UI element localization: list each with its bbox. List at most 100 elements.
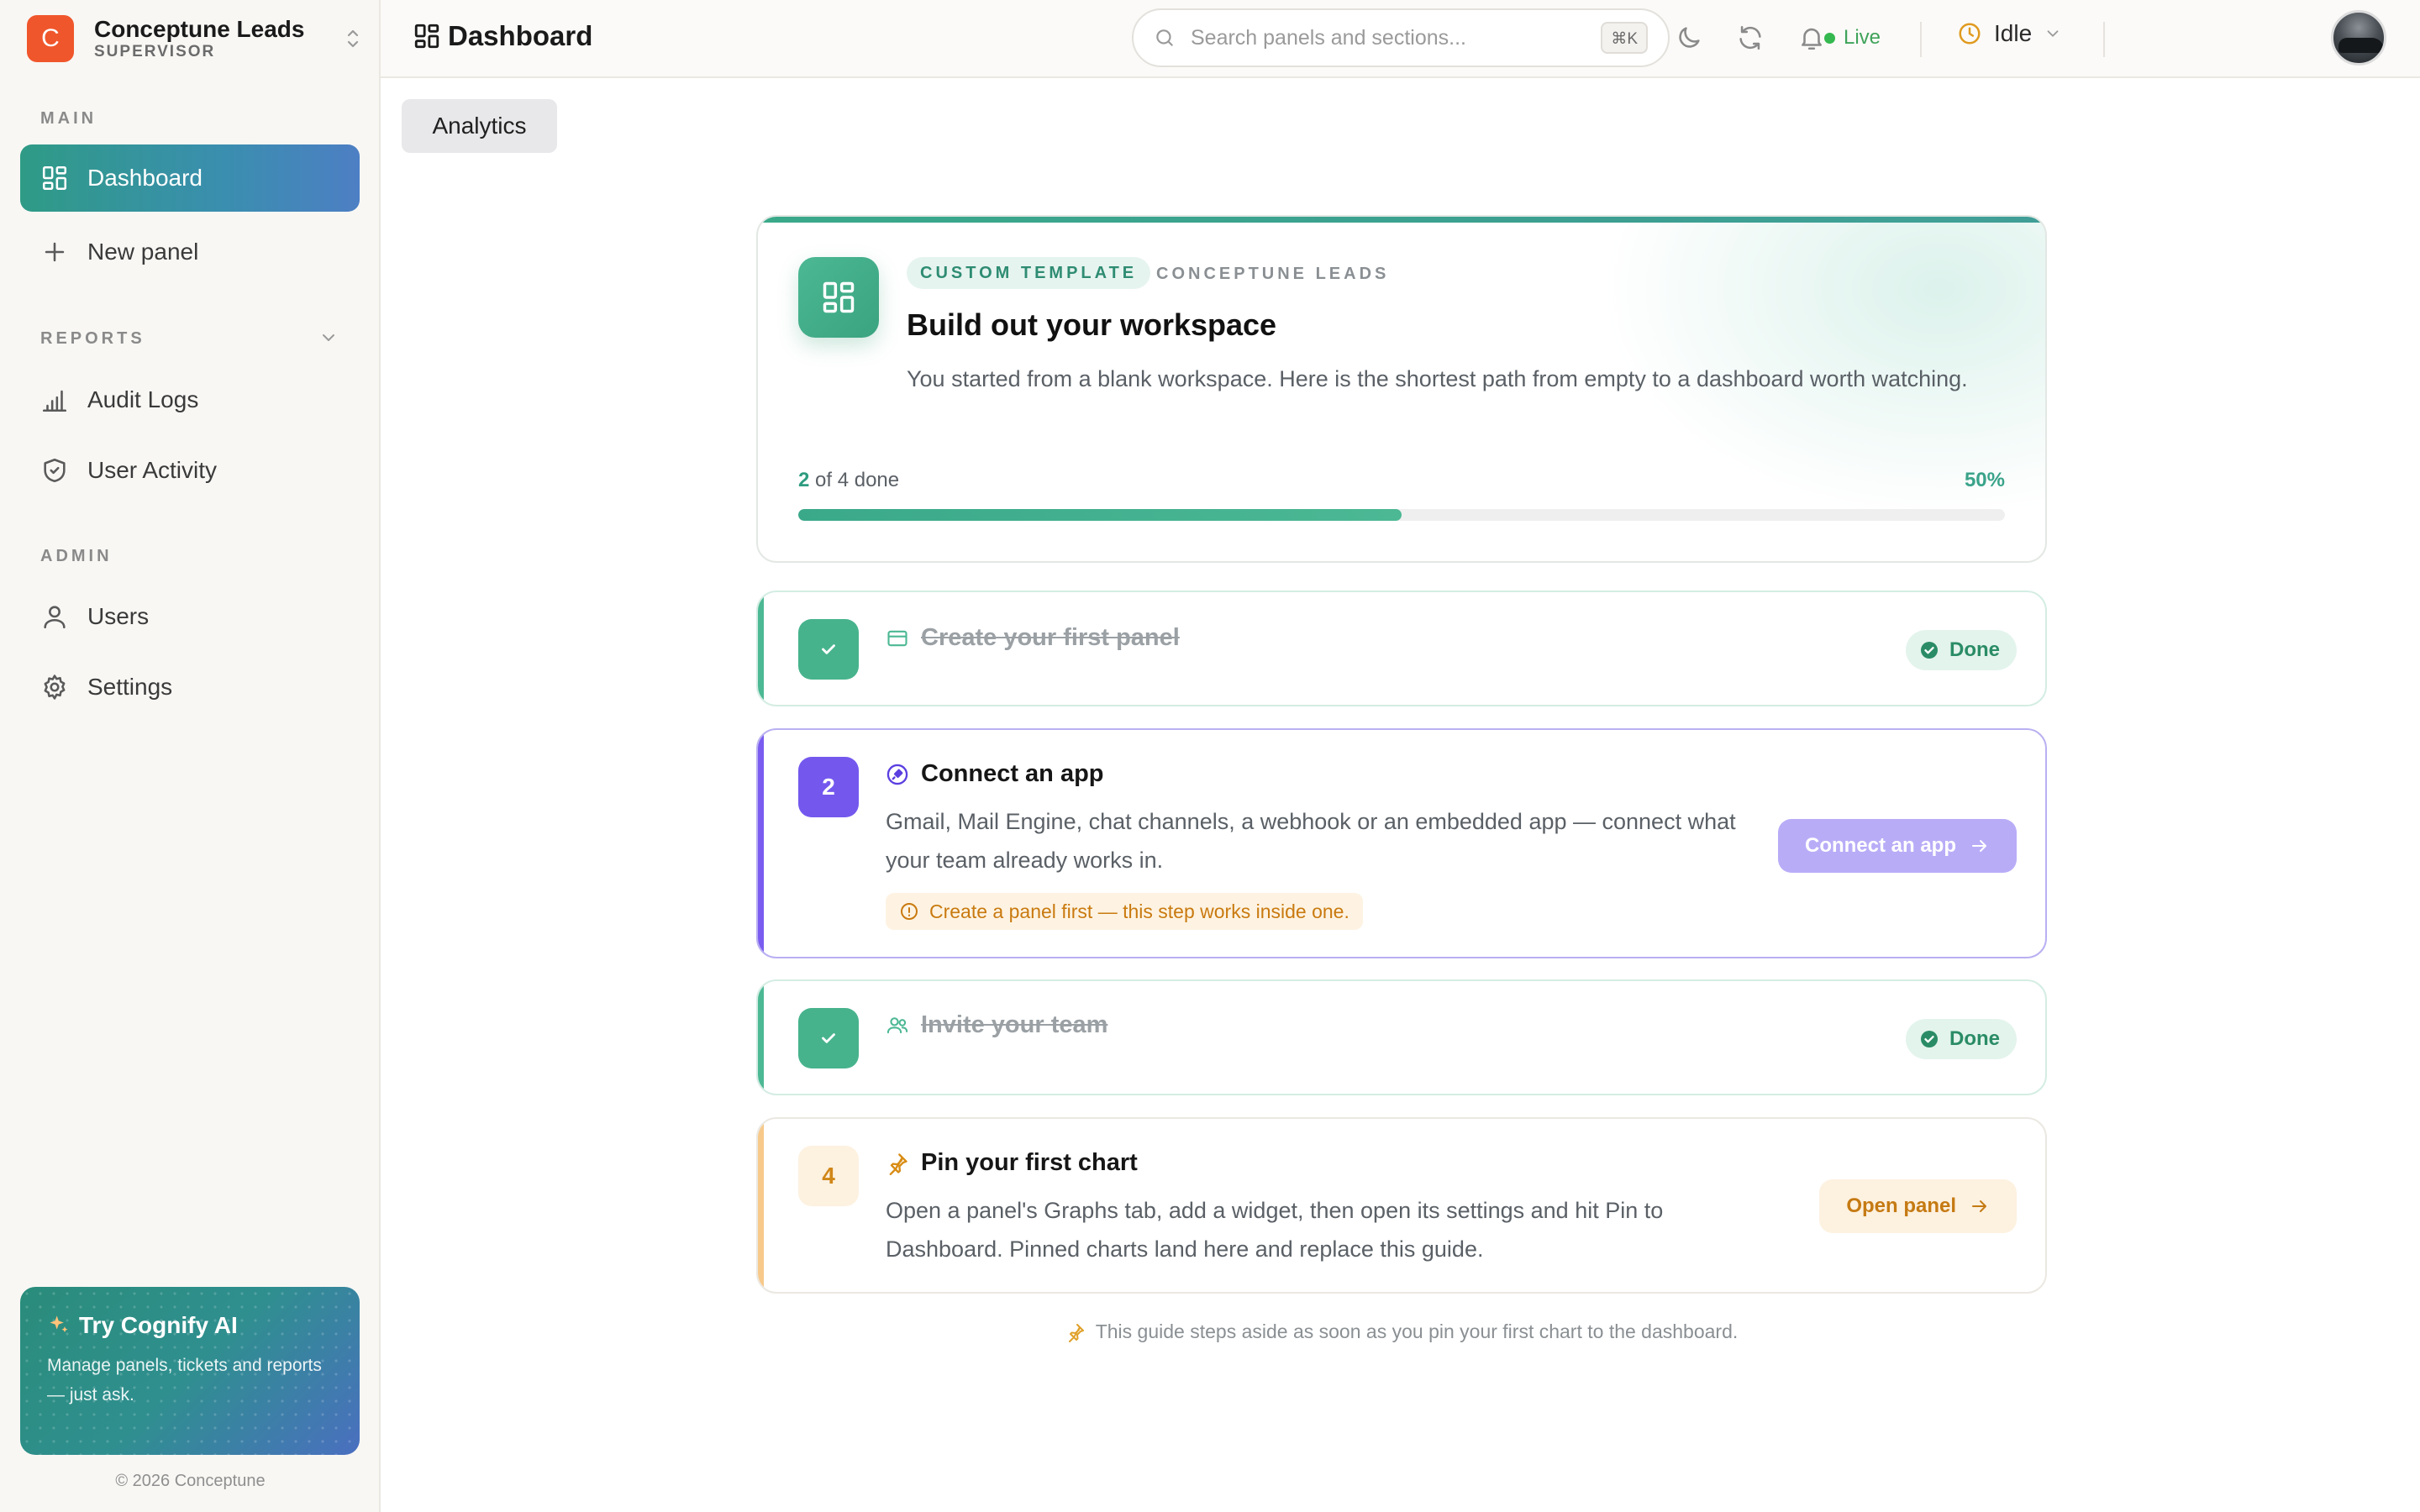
- chevron-up-down-icon[interactable]: [343, 26, 363, 51]
- dashboard-grid-icon: [413, 22, 441, 50]
- user-icon: [40, 602, 69, 631]
- check-circle-icon: [1921, 642, 1938, 659]
- progress-bar-fill: [798, 509, 1402, 521]
- check-circle-icon: [1921, 1031, 1938, 1047]
- step-title: Connect an app: [921, 760, 1104, 787]
- sidebar-item-new-panel[interactable]: New panel: [20, 218, 360, 286]
- dashboard-grid-icon: [40, 164, 69, 192]
- footnote-text: This guide steps aside as soon as you pi…: [1095, 1320, 1739, 1342]
- avatar[interactable]: [2331, 10, 2386, 66]
- open-panel-button[interactable]: Open panel: [1819, 1179, 2017, 1233]
- bell-icon[interactable]: [1797, 24, 1826, 52]
- sidebar-item-settings[interactable]: Settings: [20, 654, 360, 721]
- section-label-admin: ADMIN: [40, 547, 113, 565]
- connect-app-button[interactable]: Connect an app: [1777, 819, 2017, 873]
- template-tag: CUSTOM TEMPLATE: [907, 257, 1151, 289]
- topbar: Dashboard Search panels and sections... …: [381, 0, 2420, 78]
- step-title: Create your first panel: [921, 624, 1180, 651]
- page-title: Dashboard: [413, 20, 592, 52]
- status-badge-done: Done: [1906, 1019, 2017, 1059]
- tab-analytics[interactable]: Analytics: [402, 99, 557, 153]
- guide-footnote: This guide steps aside as soon as you pi…: [756, 1320, 2047, 1343]
- search-placeholder: Search panels and sections...: [1191, 25, 1466, 50]
- sidebar-item-users[interactable]: Users: [20, 583, 360, 650]
- gear-icon: [40, 673, 69, 701]
- pin-icon: [1068, 1323, 1084, 1342]
- dashboard-grid-icon: [798, 257, 879, 338]
- status-label: Done: [1949, 1027, 2000, 1050]
- step-card-invite-team: Invite your team Done: [756, 979, 2047, 1095]
- ai-promo-card[interactable]: Try Cognify AI Manage panels, tickets an…: [20, 1287, 360, 1455]
- sidebar-item-label: Settings: [87, 674, 173, 700]
- warning-text: Create a panel first — this step works i…: [929, 900, 1349, 922]
- moon-icon[interactable]: [1675, 24, 1703, 52]
- chevron-down-icon[interactable]: [318, 328, 339, 348]
- divider: [2103, 22, 2105, 57]
- step-description: Open a panel's Graphs tab, add a widget,…: [886, 1198, 1664, 1262]
- arrow-right-icon: [1972, 840, 1986, 852]
- workspace-name: Conceptune Leads: [94, 16, 305, 42]
- step-card-connect-app: 2 Connect an app Gmail, Mail Engine, cha…: [756, 728, 2047, 958]
- search-shortcut: ⌘K: [1601, 22, 1648, 54]
- search-input[interactable]: Search panels and sections... ⌘K: [1132, 8, 1670, 67]
- step-description: Gmail, Mail Engine, chat channels, a web…: [886, 809, 1736, 873]
- sidebar-item-label: New panel: [87, 239, 199, 265]
- onboarding-hero-card: CUSTOM TEMPLATE CONCEPTUNE LEADS Build o…: [756, 215, 2047, 563]
- sidebar-item-dashboard[interactable]: Dashboard: [20, 144, 360, 212]
- shield-icon: [40, 456, 69, 485]
- check-icon: [822, 1033, 835, 1043]
- step-number-badge: 4: [798, 1146, 859, 1206]
- progress-total-text: of 4 done: [815, 469, 900, 491]
- avatar-image: [2338, 38, 2384, 53]
- workspace-role: SUPERVISOR: [94, 43, 216, 60]
- info-icon: [901, 903, 918, 920]
- status-label: Done: [1949, 638, 2000, 661]
- search-icon: [1154, 27, 1176, 49]
- divider: [1920, 22, 1922, 57]
- progress-done-count: 2: [798, 469, 810, 491]
- status-label: Idle: [1994, 20, 2033, 46]
- hero-description: You started from a blank workspace. Here…: [907, 366, 1968, 391]
- organization-tag: CONCEPTUNE LEADS: [1156, 265, 1390, 283]
- sidebar-item-audit-logs[interactable]: Audit Logs: [20, 366, 360, 433]
- promo-text: Manage panels, tickets and reports — jus…: [47, 1356, 322, 1404]
- refresh-icon[interactable]: [1736, 24, 1765, 52]
- sidebar-item-label: Audit Logs: [87, 386, 199, 412]
- check-icon: [822, 644, 835, 654]
- users-icon: [886, 1014, 909, 1037]
- button-label: Connect an app: [1804, 834, 1956, 857]
- plus-icon: [40, 238, 69, 266]
- plug-icon: [886, 763, 909, 786]
- sidebar-item-label: Users: [87, 603, 150, 629]
- progress-label: 2 of 4 done: [798, 469, 899, 492]
- step-number-badge: 2: [798, 757, 859, 817]
- sidebar-item-label: User Activity: [87, 457, 218, 483]
- page-title-text: Dashboard: [448, 20, 593, 51]
- button-label: Open panel: [1846, 1194, 1956, 1217]
- progress-percent: 50%: [1964, 469, 2005, 491]
- section-label-main: MAIN: [40, 109, 97, 128]
- workspace-switcher[interactable]: C Conceptune Leads SUPERVISOR: [27, 15, 363, 62]
- bar-chart-icon: [40, 386, 69, 414]
- status-selector[interactable]: Idle: [1957, 20, 2062, 47]
- step-card-pin-chart: 4 Pin your first chart Open a panel's Gr…: [756, 1117, 2047, 1294]
- step-card-create-panel: Create your first panel Done: [756, 591, 2047, 706]
- chevron-down-icon: [2044, 24, 2062, 43]
- step-complete-badge: [798, 1008, 859, 1068]
- live-indicator: Live: [1824, 26, 1881, 50]
- panel-window-icon: [886, 627, 909, 650]
- step-complete-badge: [798, 619, 859, 680]
- sidebar-item-user-activity[interactable]: User Activity: [20, 437, 360, 504]
- promo-title: Try Cognify AI: [79, 1312, 238, 1338]
- step-title: Pin your first chart: [921, 1149, 1138, 1176]
- sidebar-item-label: Dashboard: [87, 165, 203, 191]
- hero-title: Build out your workspace: [907, 307, 1277, 342]
- pin-icon: [886, 1152, 909, 1175]
- sparkle-icon: [47, 1314, 71, 1337]
- sidebar: C Conceptune Leads SUPERVISOR MAIN Dashb…: [0, 0, 381, 1512]
- status-badge-done: Done: [1906, 630, 2017, 670]
- copyright: © 2026 Conceptune: [115, 1472, 266, 1490]
- step-title: Invite your team: [921, 1011, 1108, 1038]
- live-label: Live: [1844, 26, 1881, 49]
- clock-icon: [1957, 21, 1982, 46]
